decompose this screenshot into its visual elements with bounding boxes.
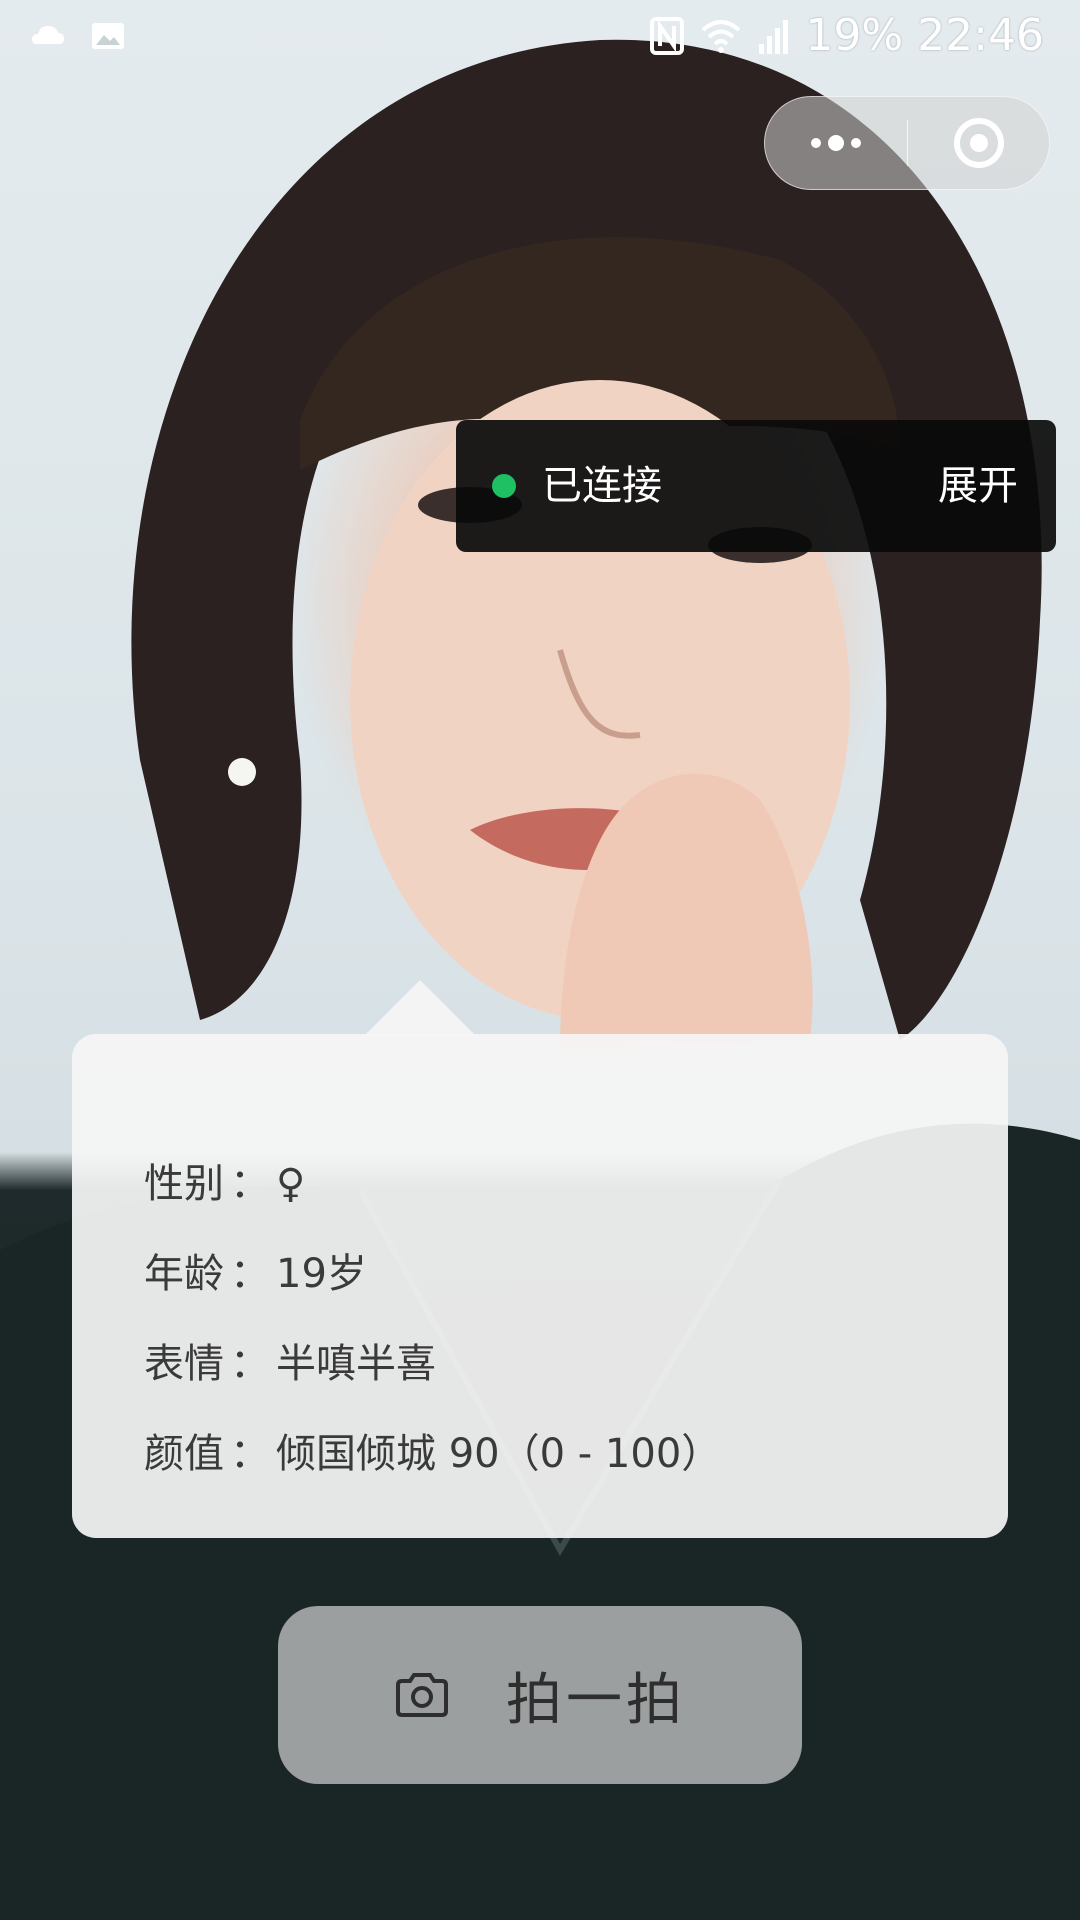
target-circle-icon bbox=[953, 118, 1004, 168]
beauty-label: 颜值 bbox=[144, 1431, 224, 1477]
gender-row: 性别： ♀ bbox=[144, 1161, 306, 1207]
connection-bar: 已连接 展开 bbox=[456, 420, 1056, 552]
beauty-row: 颜值：倾国倾城 90（0 - 100） bbox=[144, 1431, 722, 1477]
connection-status-dot bbox=[492, 474, 516, 498]
battery-text: 19% bbox=[805, 10, 904, 61]
miniprogram-capsule bbox=[764, 96, 1050, 190]
clock-time: 22:46 bbox=[917, 10, 1044, 61]
more-dots-icon bbox=[811, 135, 861, 151]
close-miniprogram-button[interactable] bbox=[908, 96, 1049, 190]
app-screen: 19% 22:46 已连接 展开 性别： ♀ 年龄 ： 19岁 表情 ： 半嗔半… bbox=[0, 0, 1080, 1920]
signal-icon bbox=[759, 20, 789, 54]
image-icon bbox=[92, 23, 124, 49]
shoot-button[interactable]: 拍一拍 bbox=[278, 1606, 802, 1784]
gender-value: ♀ bbox=[276, 1161, 306, 1207]
card-pointer bbox=[364, 980, 476, 1036]
age-label: 年龄 bbox=[144, 1251, 224, 1297]
camera-icon bbox=[396, 1673, 448, 1717]
status-bar: 19% 22:46 bbox=[0, 0, 1080, 72]
gender-label: 性别 bbox=[144, 1161, 224, 1207]
expand-button[interactable]: 展开 bbox=[938, 462, 1018, 510]
age-value: 19岁 bbox=[276, 1251, 367, 1297]
nfc-icon bbox=[650, 17, 685, 55]
connection-status-text: 已连接 bbox=[542, 463, 662, 509]
cloud-icon bbox=[32, 26, 64, 44]
wifi-icon bbox=[702, 20, 741, 53]
shoot-button-label: 拍一拍 bbox=[506, 1667, 686, 1733]
more-button[interactable] bbox=[765, 96, 907, 190]
age-row: 年龄： 19岁 bbox=[144, 1251, 367, 1297]
expression-label: 表情 bbox=[144, 1341, 224, 1387]
expression-row: 表情：半嗔半喜 bbox=[144, 1341, 436, 1387]
analysis-result-card: 性别： ♀ 年龄： 19岁 表情：半嗔半喜 颜值：倾国倾城 90（0 - 100） bbox=[72, 1034, 1008, 1538]
beauty-value: 倾国倾城 90（0 - 100） bbox=[276, 1431, 722, 1477]
expression-value: 半嗔半喜 bbox=[276, 1341, 436, 1387]
